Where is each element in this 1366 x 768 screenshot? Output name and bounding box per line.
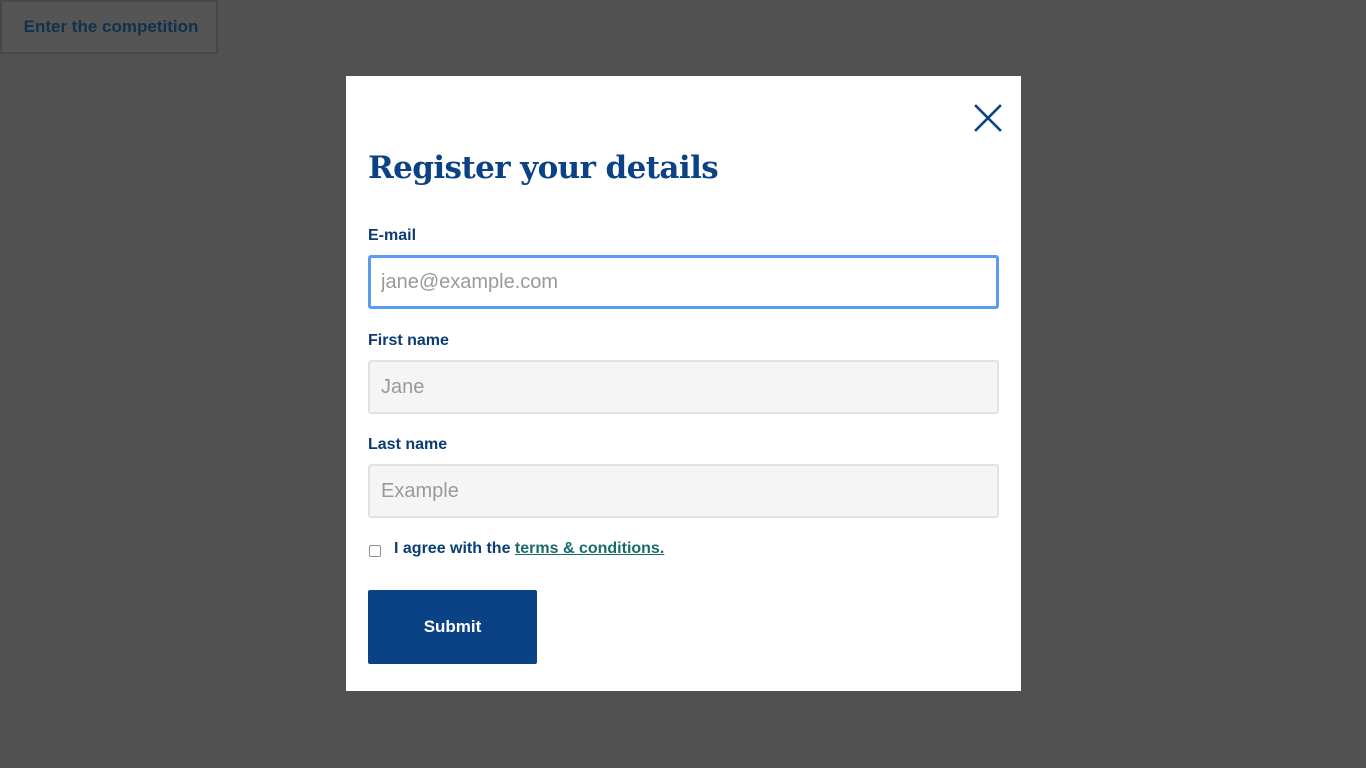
register-modal: Register your details E-mail First name … (346, 76, 1021, 691)
modal-title: Register your details (368, 150, 719, 186)
last-name-label: Last name (368, 436, 448, 453)
enter-competition-button[interactable]: Enter the competition (0, 0, 218, 54)
terms-agreement: I agree with the terms & conditions. (394, 540, 664, 558)
last-name-field[interactable] (368, 464, 999, 518)
terms-agreement-label: I agree with the (394, 540, 515, 557)
email-field[interactable] (368, 255, 999, 309)
first-name-field[interactable] (368, 360, 999, 414)
terms-link[interactable]: terms & conditions. (515, 540, 664, 557)
close-icon (974, 104, 1002, 132)
first-name-label: First name (368, 332, 449, 349)
close-button[interactable] (973, 103, 1003, 133)
terms-checkbox[interactable] (369, 545, 381, 557)
email-label: E-mail (368, 227, 417, 244)
submit-button[interactable]: Submit (368, 590, 537, 664)
